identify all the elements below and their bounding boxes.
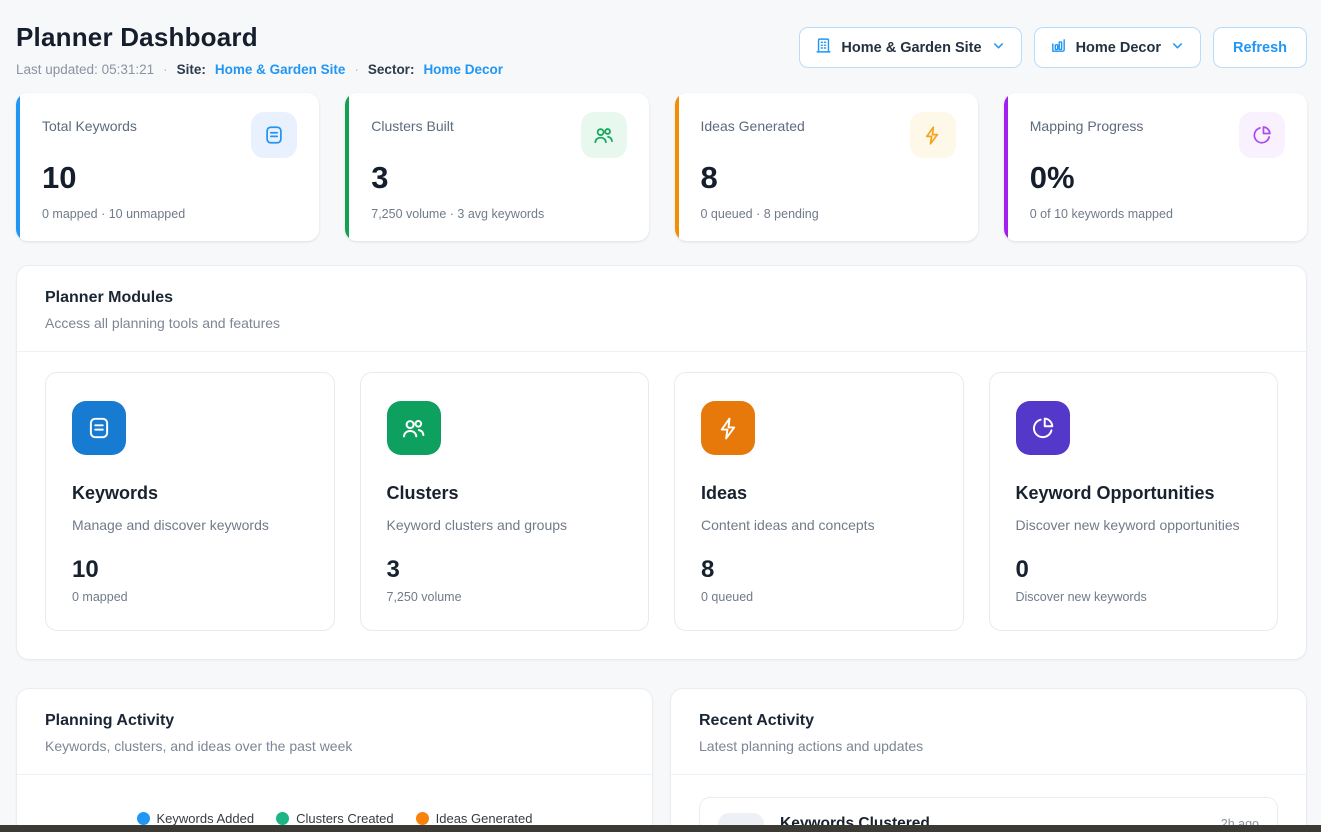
recent-activity-list: Keywords Clustered 2h ago 3 new clusters…: [671, 775, 1306, 832]
users-icon: [581, 112, 627, 158]
sector-selector-label: Home Decor: [1076, 40, 1161, 56]
module-card-keywords[interactable]: Keywords Manage and discover keywords 10…: [45, 372, 335, 631]
page-title: Planner Dashboard: [16, 22, 503, 53]
module-value: 0: [1016, 556, 1252, 584]
stat-label: Mapping Progress: [1030, 112, 1144, 134]
document-icon: [251, 112, 297, 158]
module-card-clusters[interactable]: Clusters Keyword clusters and groups 3 7…: [360, 372, 650, 631]
stat-value: 10: [42, 160, 297, 196]
module-description: Content ideas and concepts: [701, 517, 937, 533]
stat-value: 8: [701, 160, 956, 196]
modules-grid: Keywords Manage and discover keywords 10…: [17, 352, 1306, 659]
legend-dot-green: [276, 812, 289, 825]
stat-card-clusters-built[interactable]: Clusters Built 3 7,250 volume · 3 avg ke…: [345, 93, 648, 241]
refresh-button-label: Refresh: [1233, 40, 1287, 56]
stat-card-mapping-progress[interactable]: Mapping Progress 0% 0 of 10 keywords map…: [1004, 93, 1307, 241]
header-toolbar: Home & Garden Site Home Decor Refresh: [799, 27, 1307, 68]
stat-label: Ideas Generated: [701, 112, 805, 134]
module-value: 3: [387, 556, 623, 584]
recent-activity-subtitle: Latest planning actions and updates: [699, 738, 1278, 754]
module-subtext: 7,250 volume: [387, 590, 623, 604]
stat-card-top: Ideas Generated: [701, 112, 956, 158]
recent-activity-panel: Recent Activity Latest planning actions …: [670, 688, 1307, 832]
stat-label: Total Keywords: [42, 112, 137, 134]
stat-card-total-keywords[interactable]: Total Keywords 10 0 mapped · 10 unmapped: [16, 93, 319, 241]
chart-legend: Keywords Added Clusters Created Ideas Ge…: [31, 811, 638, 826]
legend-item-clusters-created[interactable]: Clusters Created: [276, 811, 394, 826]
module-description: Discover new keyword opportunities: [1016, 517, 1252, 533]
module-subtext: Discover new keywords: [1016, 590, 1252, 604]
planning-activity-header: Planning Activity Keywords, clusters, an…: [17, 689, 652, 774]
module-title: Keywords: [72, 483, 308, 504]
stat-subtext: 7,250 volume · 3 avg keywords: [371, 207, 626, 221]
modules-panel-title: Planner Modules: [45, 289, 1278, 307]
stat-subtext: 0 of 10 keywords mapped: [1030, 207, 1285, 221]
sector-label: Sector:: [368, 62, 415, 77]
site-selector-label: Home & Garden Site: [841, 40, 981, 56]
planning-activity-subtitle: Keywords, clusters, and ideas over the p…: [45, 738, 624, 754]
stats-row: Total Keywords 10 0 mapped · 10 unmapped…: [16, 93, 1307, 241]
bottom-edge-bar: [0, 825, 1321, 832]
stat-subtext: 0 queued · 8 pending: [701, 207, 956, 221]
recent-activity-header: Recent Activity Latest planning actions …: [671, 689, 1306, 774]
module-subtext: 0 queued: [701, 590, 937, 604]
planning-activity-chart: Keywords Added Clusters Created Ideas Ge…: [17, 775, 652, 832]
modules-panel-subtitle: Access all planning tools and features: [45, 315, 1278, 331]
planner-dashboard-page: Planner Dashboard Last updated: 05:31:21…: [0, 0, 1321, 832]
users-icon: [387, 401, 441, 455]
zap-icon: [910, 112, 956, 158]
meta-separator: ·: [354, 62, 359, 77]
last-updated-text: Last updated: 05:31:21: [16, 62, 154, 77]
legend-dot-blue: [137, 812, 150, 825]
site-label: Site:: [177, 62, 206, 77]
stat-card-top: Mapping Progress: [1030, 112, 1285, 158]
zap-icon: [701, 401, 755, 455]
meta-separator: ·: [163, 62, 168, 77]
document-icon: [72, 401, 126, 455]
modules-panel-header: Planner Modules Access all planning tool…: [17, 266, 1306, 351]
stat-card-top: Total Keywords: [42, 112, 297, 158]
module-value: 10: [72, 556, 308, 584]
page-header: Planner Dashboard Last updated: 05:31:21…: [16, 22, 1307, 77]
stat-card-top: Clusters Built: [371, 112, 626, 158]
refresh-button[interactable]: Refresh: [1213, 27, 1307, 68]
stat-card-ideas-generated[interactable]: Ideas Generated 8 0 queued · 8 pending: [675, 93, 978, 241]
module-title: Clusters: [387, 483, 623, 504]
stat-label: Clusters Built: [371, 112, 453, 134]
sector-link[interactable]: Home Decor: [423, 62, 503, 77]
module-title: Ideas: [701, 483, 937, 504]
stat-subtext: 0 mapped · 10 unmapped: [42, 207, 297, 221]
module-card-keyword-opportunities[interactable]: Keyword Opportunities Discover new keywo…: [989, 372, 1279, 631]
stat-value: 0%: [1030, 160, 1285, 196]
bottom-row: Planning Activity Keywords, clusters, an…: [16, 688, 1307, 832]
building-icon: [815, 37, 832, 58]
module-description: Keyword clusters and groups: [387, 517, 623, 533]
site-selector-dropdown[interactable]: Home & Garden Site: [799, 27, 1021, 68]
module-value: 8: [701, 556, 937, 584]
pie-chart-icon: [1016, 401, 1070, 455]
module-description: Manage and discover keywords: [72, 517, 308, 533]
pie-chart-icon: [1239, 112, 1285, 158]
legend-label: Keywords Added: [157, 811, 255, 826]
module-subtext: 0 mapped: [72, 590, 308, 604]
legend-label: Ideas Generated: [436, 811, 533, 826]
module-title: Keyword Opportunities: [1016, 483, 1252, 504]
planning-activity-panel: Planning Activity Keywords, clusters, an…: [16, 688, 653, 832]
chevron-down-icon: [1170, 38, 1185, 57]
sector-selector-dropdown[interactable]: Home Decor: [1034, 27, 1201, 68]
recent-activity-title: Recent Activity: [699, 712, 1278, 730]
module-card-ideas[interactable]: Ideas Content ideas and concepts 8 0 que…: [674, 372, 964, 631]
planner-modules-panel: Planner Modules Access all planning tool…: [16, 265, 1307, 660]
bar-chart-icon: [1050, 37, 1067, 58]
planning-activity-title: Planning Activity: [45, 712, 624, 730]
legend-item-ideas-generated[interactable]: Ideas Generated: [416, 811, 533, 826]
legend-item-keywords-added[interactable]: Keywords Added: [137, 811, 255, 826]
site-link[interactable]: Home & Garden Site: [215, 62, 346, 77]
chevron-down-icon: [991, 38, 1006, 57]
stat-value: 3: [371, 160, 626, 196]
legend-label: Clusters Created: [296, 811, 394, 826]
header-meta: Last updated: 05:31:21 · Site: Home & Ga…: [16, 62, 503, 77]
legend-dot-orange: [416, 812, 429, 825]
header-left: Planner Dashboard Last updated: 05:31:21…: [16, 22, 503, 77]
